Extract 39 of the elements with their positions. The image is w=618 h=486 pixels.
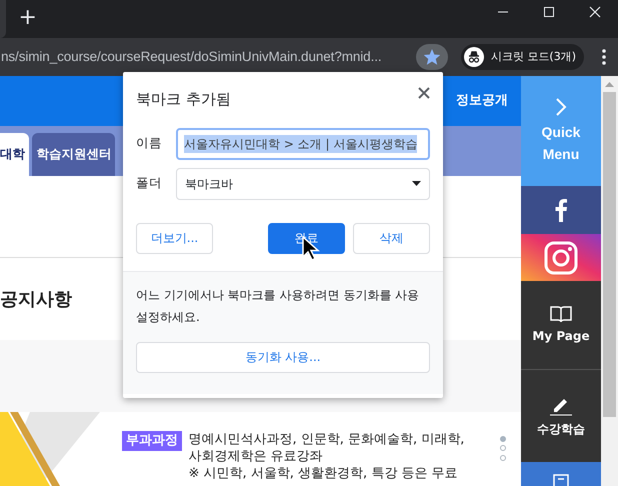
incognito-profile-button[interactable]: 시크릿 모드(3개)	[461, 44, 584, 70]
incognito-icon	[464, 47, 484, 67]
instagram-button[interactable]	[521, 234, 601, 281]
field-label: 폴더	[136, 174, 163, 192]
notice-text: 명예시민석사과정, 인문학, 문화예술학, 미래학,	[188, 431, 464, 448]
section-title: 공지사항	[0, 288, 72, 312]
chevron-right-icon	[555, 97, 567, 118]
header-link[interactable]: 정보공개	[456, 91, 508, 111]
site-tab[interactable]: 대학	[0, 133, 29, 176]
instagram-icon	[544, 240, 578, 274]
quick-menu-item[interactable]: 수강학습	[521, 370, 601, 462]
name-field[interactable]: 서울자유시민대학 > 소개 | 서울시평생학습	[176, 128, 430, 160]
bookmark-star-button[interactable]	[416, 44, 448, 70]
book-icon	[550, 305, 572, 324]
site-tab[interactable]: 학습지원센터	[32, 133, 116, 176]
facebook-button[interactable]	[521, 186, 601, 234]
facebook-icon	[554, 198, 568, 222]
carousel-dot[interactable]	[500, 454, 506, 460]
dialog-button[interactable]: 삭제	[353, 222, 430, 254]
folder-dropdown[interactable]: 북마크바	[176, 168, 430, 200]
notice-text: ※ 시민학, 서울학, 생활환경학, 특강 등은 무료	[188, 465, 459, 482]
category-badge: 부과과정	[122, 431, 182, 450]
document-icon	[552, 474, 570, 486]
scrollbar-thumb[interactable]	[603, 92, 616, 417]
notice-text: 사회경제학은 유료강좌	[188, 448, 324, 465]
field-label: 이름	[136, 134, 163, 152]
quick-menu-item[interactable]: My Page	[521, 281, 601, 370]
new-tab-button[interactable]: +	[12, 6, 43, 28]
dialog-title: 북마크 추가됨	[136, 89, 231, 110]
dialog-button[interactable]: 더보기...	[136, 222, 213, 254]
sync-message: 어느 기기에서나 북마크를 사용하려면 동기화를 사용 설정하세요.	[136, 286, 420, 326]
address-bar-url[interactable]: ns/simin_course/courseRequest/doSiminUnivMain.dunet?mnid...	[1, 46, 414, 68]
close-icon[interactable]	[418, 87, 430, 100]
quick-menu-item[interactable]	[521, 462, 601, 486]
star-icon	[424, 49, 440, 65]
carousel-dot[interactable]	[500, 445, 506, 452]
dropdown-caret-icon	[412, 181, 421, 186]
carousel-dot[interactable]	[500, 436, 506, 442]
sync-button[interactable]: 동기화 사용...	[136, 342, 430, 372]
